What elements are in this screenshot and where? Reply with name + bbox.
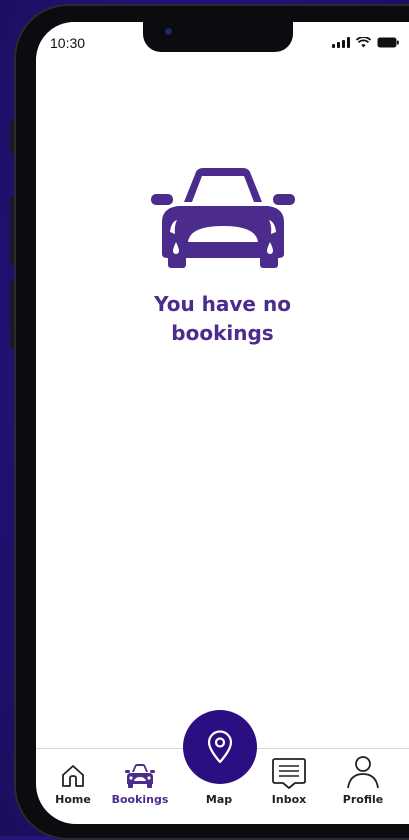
inbox-icon: [272, 758, 306, 789]
tab-bookings[interactable]: Bookings: [105, 749, 175, 806]
tab-bookings-label: Bookings: [111, 793, 169, 806]
tab-profile-label: Profile: [342, 793, 384, 806]
tab-home[interactable]: Home: [38, 749, 108, 806]
tab-home-label: Home: [55, 793, 91, 806]
tab-inbox[interactable]: Inbox: [254, 749, 324, 806]
car-icon: [125, 764, 155, 788]
profile-icon: [347, 756, 379, 789]
car-icon: [150, 168, 295, 268]
signal-icon: [332, 37, 350, 48]
battery-icon: [377, 37, 399, 48]
tab-inbox-label: Inbox: [271, 793, 307, 806]
tab-map-label: Map: [205, 793, 233, 806]
home-icon: [62, 765, 84, 787]
tab-profile[interactable]: Profile: [328, 749, 398, 806]
front-camera: [165, 28, 172, 35]
map-pin-icon: [207, 730, 233, 764]
status-icons: [332, 37, 399, 48]
status-time: 10:30: [50, 35, 86, 51]
wifi-icon: [356, 37, 371, 48]
app-screen: 10:30 You have no bookings Home Bookings…: [36, 22, 409, 824]
map-button[interactable]: [183, 710, 257, 784]
notch: [143, 22, 293, 52]
empty-state-message: You have no bookings: [154, 292, 291, 345]
empty-state: You have no bookings: [36, 162, 409, 348]
